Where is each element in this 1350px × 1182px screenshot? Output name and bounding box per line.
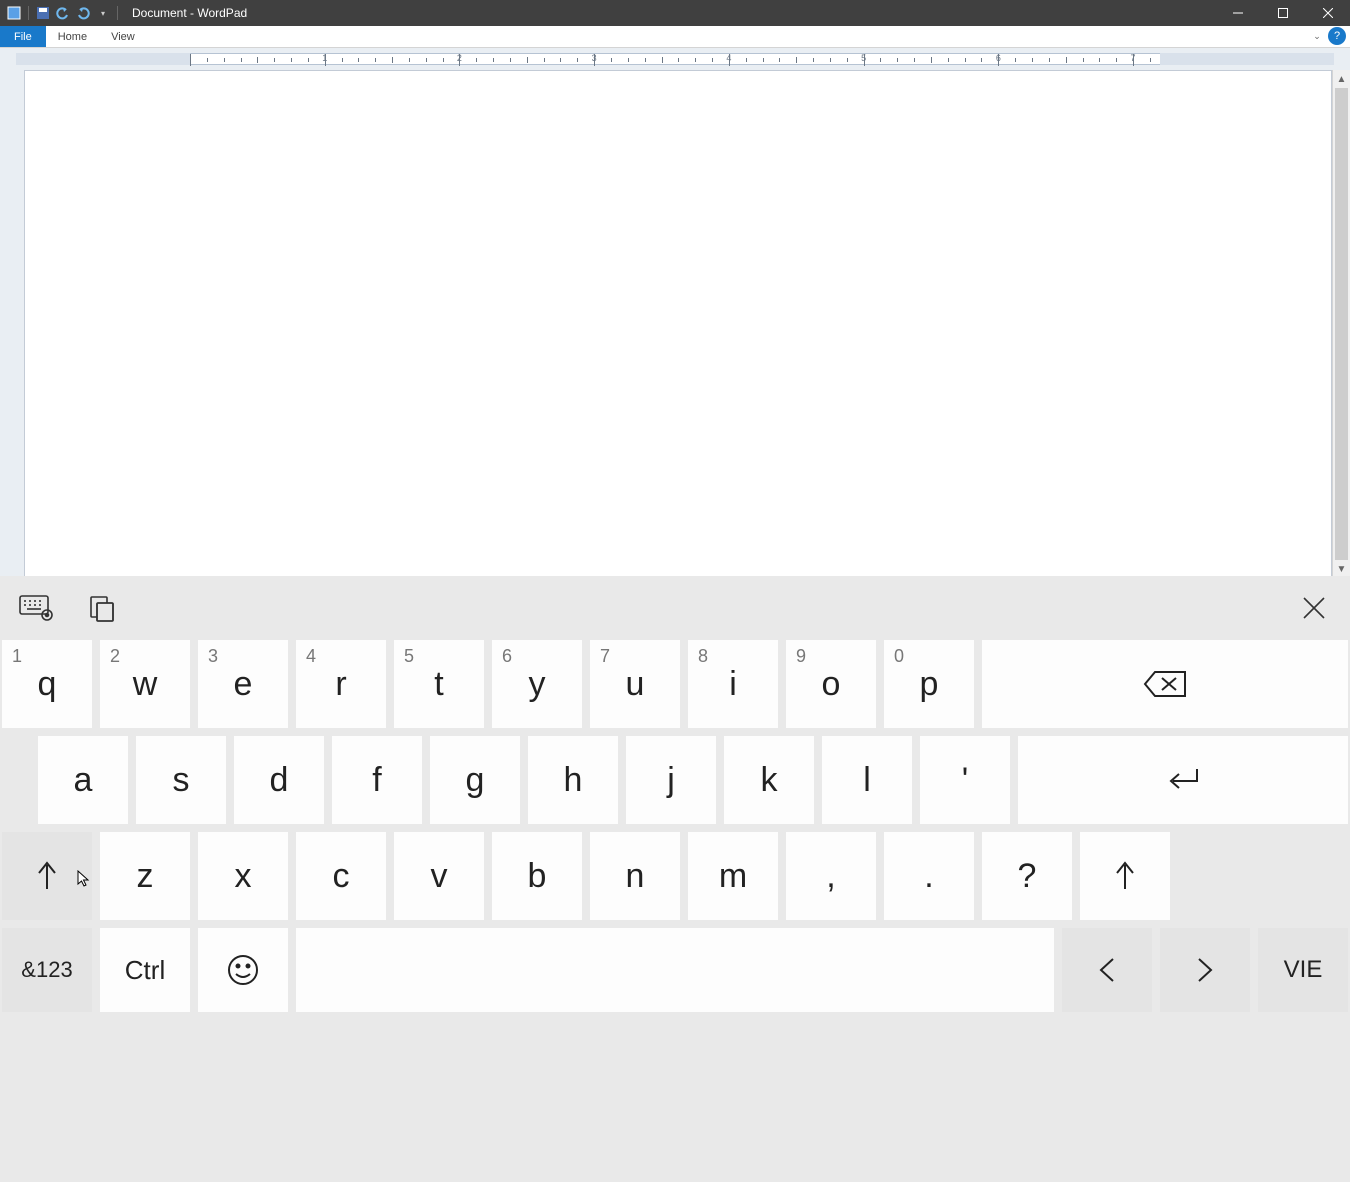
key-arrow-right[interactable]: [1160, 928, 1250, 1012]
key-g[interactable]: g: [430, 736, 520, 824]
key-label: q: [38, 665, 57, 704]
key-enter[interactable]: [1018, 736, 1348, 824]
key-d[interactable]: d: [234, 736, 324, 824]
ruler-number: 4: [726, 53, 731, 63]
key-n[interactable]: n: [590, 832, 680, 920]
key-u[interactable]: 7u: [590, 640, 680, 728]
key-label: o: [822, 665, 841, 704]
scroll-up-icon[interactable]: ▲: [1333, 70, 1350, 88]
key-label: e: [234, 665, 253, 704]
ruler-number: 3: [592, 53, 597, 63]
key-space[interactable]: [296, 928, 1054, 1012]
key-number-hint: 2: [110, 646, 120, 667]
key-label: t: [434, 665, 443, 704]
qat-dropdown-icon[interactable]: ▾: [95, 5, 111, 21]
key-k[interactable]: k: [724, 736, 814, 824]
keyboard-settings-icon[interactable]: [18, 590, 54, 626]
key-symbols[interactable]: &123: [2, 928, 92, 1012]
ruler-number: 7: [1131, 53, 1136, 63]
key-a[interactable]: a: [38, 736, 128, 824]
key-shift-left[interactable]: [2, 832, 92, 920]
ruler-number: 2: [457, 53, 462, 63]
redo-icon[interactable]: [75, 5, 91, 21]
tab-file[interactable]: File: [0, 26, 46, 47]
ruler-number: 5: [861, 53, 866, 63]
key-number-hint: 3: [208, 646, 218, 667]
key-q[interactable]: 1q: [2, 640, 92, 728]
key-w[interactable]: 2w: [100, 640, 190, 728]
key-s[interactable]: s: [136, 736, 226, 824]
key-e[interactable]: 3e: [198, 640, 288, 728]
app-icon: [6, 5, 22, 21]
key-t[interactable]: 5t: [394, 640, 484, 728]
key-shift-right[interactable]: [1080, 832, 1170, 920]
key-i[interactable]: 8i: [688, 640, 778, 728]
key-h[interactable]: h: [528, 736, 618, 824]
key-backspace[interactable]: [982, 640, 1348, 728]
key-p[interactable]: 0p: [884, 640, 974, 728]
key-number-hint: 4: [306, 646, 316, 667]
ruler-number: 6: [996, 53, 1001, 63]
key-arrow-left[interactable]: [1062, 928, 1152, 1012]
save-icon[interactable]: [35, 5, 51, 21]
key-z[interactable]: z: [100, 832, 190, 920]
key-number-hint: 5: [404, 646, 414, 667]
help-icon[interactable]: ?: [1328, 27, 1346, 45]
key-b[interactable]: b: [492, 832, 582, 920]
key-comma[interactable]: ,: [786, 832, 876, 920]
key-number-hint: 6: [502, 646, 512, 667]
window-title: Document - WordPad: [132, 6, 247, 20]
key-o[interactable]: 9o: [786, 640, 876, 728]
ruler-number: 1: [322, 53, 327, 63]
key-number-hint: 1: [12, 646, 22, 667]
scroll-thumb[interactable]: [1335, 88, 1348, 560]
key-label: w: [133, 665, 158, 704]
title-bar: ▾ Document - WordPad: [0, 0, 1350, 26]
ruler[interactable]: 1 2 3 4 5 6 7: [0, 48, 1350, 70]
key-question[interactable]: ?: [982, 832, 1072, 920]
key-number-hint: 9: [796, 646, 806, 667]
clipboard-icon[interactable]: [84, 590, 120, 626]
key-r[interactable]: 4r: [296, 640, 386, 728]
minimize-button[interactable]: [1215, 0, 1260, 26]
key-apostrophe[interactable]: ': [920, 736, 1010, 824]
key-label: y: [529, 665, 546, 704]
document-page[interactable]: [24, 70, 1332, 578]
maximize-button[interactable]: [1260, 0, 1305, 26]
key-label: r: [335, 665, 346, 704]
key-j[interactable]: j: [626, 736, 716, 824]
key-emoji[interactable]: [198, 928, 288, 1012]
key-x[interactable]: x: [198, 832, 288, 920]
tab-home[interactable]: Home: [46, 26, 99, 47]
key-number-hint: 0: [894, 646, 904, 667]
on-screen-keyboard: 1q2w3e4r5t6y7u8i9o0p asdfghjkl' zxcvbnm,…: [0, 576, 1350, 1182]
key-number-hint: 7: [600, 646, 610, 667]
vertical-scrollbar[interactable]: ▲ ▼: [1332, 70, 1350, 578]
separator: [28, 6, 29, 20]
ribbon: File Home View ⌄ ?: [0, 26, 1350, 48]
key-y[interactable]: 6y: [492, 640, 582, 728]
ribbon-collapse-icon[interactable]: ⌄: [1308, 26, 1326, 47]
key-language[interactable]: VIE: [1258, 928, 1348, 1012]
key-number-hint: 8: [698, 646, 708, 667]
key-f[interactable]: f: [332, 736, 422, 824]
key-c[interactable]: c: [296, 832, 386, 920]
key-v[interactable]: v: [394, 832, 484, 920]
separator: [117, 6, 118, 20]
tab-view[interactable]: View: [99, 26, 147, 47]
keyboard-padding: [2, 736, 30, 824]
key-label: p: [920, 665, 939, 704]
key-m[interactable]: m: [688, 832, 778, 920]
key-period[interactable]: .: [884, 832, 974, 920]
close-button[interactable]: [1305, 0, 1350, 26]
key-l[interactable]: l: [822, 736, 912, 824]
document-area: ▲ ▼: [0, 70, 1350, 578]
key-label: i: [729, 665, 737, 704]
key-ctrl[interactable]: Ctrl: [100, 928, 190, 1012]
key-label: u: [626, 665, 645, 704]
keyboard-close-icon[interactable]: [1296, 590, 1332, 626]
undo-icon[interactable]: [55, 5, 71, 21]
